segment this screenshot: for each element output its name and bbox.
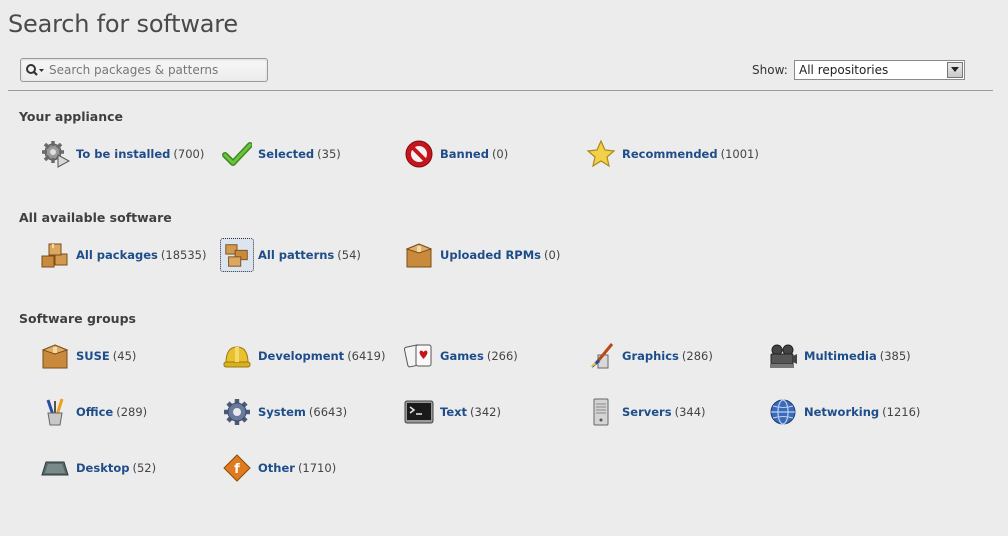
item-uploaded-rpms[interactable]: Uploaded RPMs (0) [402,238,560,272]
svg-text:f: f [234,462,240,477]
pencil-cup-icon [38,395,72,429]
page-title: Search for software [8,10,238,38]
item-label[interactable]: Office [76,405,113,419]
cards-icon [402,339,436,373]
item-all-patterns[interactable]: All patterns (54) [220,238,361,272]
banned-icon [402,137,436,171]
globe-icon [766,395,800,429]
item-label[interactable]: Selected [258,147,314,161]
item-label[interactable]: System [258,405,306,419]
search-icon[interactable] [21,59,49,81]
other-diamond-icon: f [220,451,254,485]
repo-filter-label: Show: [752,63,788,77]
item-group-text[interactable]: Text (342) [402,395,501,429]
item-label[interactable]: All packages [76,248,158,262]
item-count: (0) [544,248,561,262]
item-label[interactable]: SUSE [76,349,110,363]
item-label[interactable]: Text [440,405,467,419]
item-count: (6643) [308,405,348,419]
item-selected[interactable]: Selected (35) [220,137,341,171]
item-count: (1216) [882,405,921,419]
item-count: (6419) [347,349,386,363]
item-count: (289) [116,405,148,419]
item-count: (18535) [160,248,207,262]
checkmark-icon [220,137,254,171]
section-title-appliance: Your appliance [19,109,124,124]
item-label[interactable]: Games [440,349,484,363]
item-label[interactable]: Recommended [622,147,718,161]
desktop-icon [38,451,72,485]
terminal-icon [402,395,436,429]
item-count: (700) [173,147,205,161]
box-icon [38,339,72,373]
repo-filter-value: All repositories [799,63,889,77]
section-title-groups: Software groups [19,311,136,326]
item-group-graphics[interactable]: Graphics (286) [584,339,713,373]
item-recommended[interactable]: Recommended (1001) [584,137,759,171]
patterns-icon [220,238,254,272]
item-group-networking[interactable]: Networking (1216) [766,395,920,429]
search-input[interactable] [49,60,259,80]
item-label[interactable]: Uploaded RPMs [440,248,541,262]
item-group-development[interactable]: Development (6419) [220,339,385,373]
item-label[interactable]: To be installed [76,147,170,161]
item-count: (1001) [720,147,759,161]
item-count: (35) [317,147,341,161]
item-group-system[interactable]: System (6643) [220,395,347,429]
packages-icon [38,238,72,272]
item-count: (0) [491,147,509,161]
item-count: (45) [112,349,137,363]
item-label[interactable]: All patterns [258,248,334,262]
chevron-down-icon[interactable] [947,62,963,78]
item-group-servers[interactable]: Servers (344) [584,395,706,429]
item-group-desktop[interactable]: Desktop (52) [38,451,156,485]
item-banned[interactable]: Banned (0) [402,137,508,171]
star-icon [584,137,618,171]
item-label[interactable]: Development [258,349,344,363]
item-label[interactable]: Banned [440,147,489,161]
item-count: (54) [337,248,361,262]
item-count: (1710) [297,461,337,475]
item-label[interactable]: Servers [622,405,672,419]
item-count: (385) [879,349,911,363]
item-count: (342) [470,405,501,419]
item-group-office[interactable]: Office (289) [38,395,147,429]
gear-install-icon [38,137,72,171]
item-all-packages[interactable]: All packages (18535) [38,238,206,272]
item-group-games[interactable]: Games (266) [402,339,518,373]
item-label[interactable]: Multimedia [804,349,877,363]
gear-icon [220,395,254,429]
item-count: (52) [132,461,157,475]
item-count: (286) [681,349,713,363]
box-icon [402,238,436,272]
hardhat-icon [220,339,254,373]
item-group-other[interactable]: f Other (1710) [220,451,336,485]
film-camera-icon [766,339,800,373]
header-divider [8,90,993,91]
item-label[interactable]: Graphics [622,349,679,363]
search-box[interactable] [20,58,268,82]
item-label[interactable]: Networking [804,405,879,419]
item-count: (266) [486,349,518,363]
item-label[interactable]: Desktop [76,461,129,475]
item-label[interactable]: Other [258,461,295,475]
item-group-suse[interactable]: SUSE (45) [38,339,136,373]
paintbrush-icon [584,339,618,373]
item-to-be-installed[interactable]: To be installed (700) [38,137,204,171]
repo-filter-select[interactable]: All repositories [794,60,965,80]
server-icon [584,395,618,429]
section-title-available: All available software [19,210,172,225]
item-count: (344) [674,405,706,419]
item-group-multimedia[interactable]: Multimedia (385) [766,339,911,373]
